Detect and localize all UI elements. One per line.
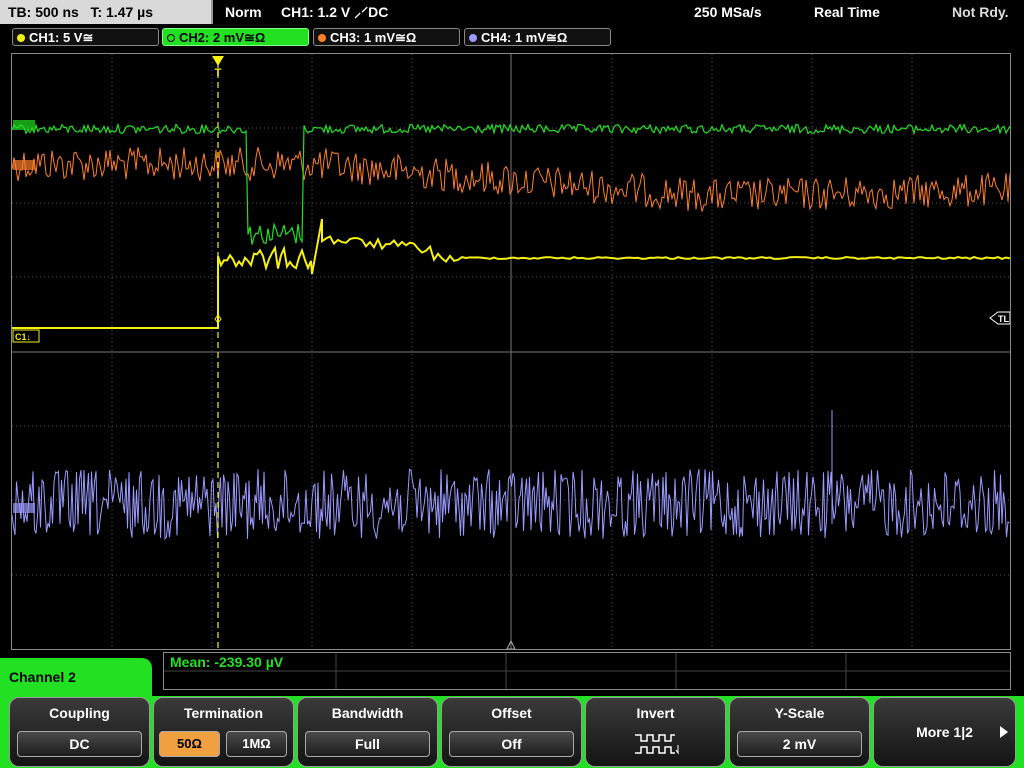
channel-2-tab[interactable]: CH2: 2 mV≅Ω — [162, 28, 309, 46]
channel-4-label: CH4: 1 mV≅Ω — [481, 30, 568, 45]
y-scale-value-button[interactable]: 2 mV — [737, 731, 862, 757]
waveform-display[interactable]: T TL C1↓ — [11, 53, 1011, 650]
trigger-position-icon[interactable]: T — [212, 56, 224, 79]
offset-title: Offset — [491, 705, 532, 721]
more-softkey[interactable]: More 1|2 — [873, 697, 1016, 767]
invert-waveform-icon — [635, 734, 679, 755]
menu-title: Channel 2 — [0, 658, 152, 700]
graticule-axes — [12, 54, 1010, 649]
ch3-ground-marker[interactable] — [13, 160, 35, 170]
trigger-mode[interactable]: Norm — [225, 0, 262, 24]
trigger-status: Not Rdy. — [952, 4, 1009, 20]
svg-text:T: T — [215, 67, 222, 79]
bandwidth-title: Bandwidth — [331, 705, 404, 721]
channel-3-tab[interactable]: CH3: 1 mV≅Ω — [313, 28, 460, 46]
channel-2-label: CH2: 2 mV≅Ω — [179, 30, 266, 45]
bandwidth-value-button[interactable]: Full — [305, 731, 430, 757]
ch3-dot-icon — [318, 33, 326, 42]
ch1-dot-icon — [17, 33, 25, 42]
coupling-value-button[interactable]: DC — [17, 731, 142, 757]
measurement-grid — [164, 653, 1010, 689]
ch2-dot-icon — [167, 33, 175, 42]
sample-rate: 250 MSa/s — [694, 4, 762, 20]
channel-1-tab[interactable]: CH1: 5 V≅ — [12, 28, 159, 46]
next-arrow-icon — [1000, 726, 1008, 738]
bandwidth-softkey[interactable]: Bandwidth Full — [297, 697, 438, 767]
acquisition-mode: Real Time — [814, 4, 880, 20]
ch4-dot-icon — [469, 33, 477, 42]
ch2-ground-marker[interactable] — [13, 120, 35, 130]
ch1-ground-marker[interactable]: C1↓ — [12, 329, 40, 343]
termination-1mohm-button[interactable]: 1MΩ — [226, 731, 287, 757]
channel-3-label: CH3: 1 mV≅Ω — [330, 30, 417, 45]
termination-softkey[interactable]: Termination 50Ω 1MΩ — [153, 697, 294, 767]
channel-4-tab[interactable]: CH4: 1 mV≅Ω — [464, 28, 611, 46]
trigger-source[interactable]: CH1: 1.2 V ⸝⸍DC — [281, 0, 388, 24]
channel-bar: CH1: 5 V≅ CH2: 2 mV≅Ω CH3: 1 mV≅Ω CH4: 1… — [0, 26, 1024, 48]
timebase-readout[interactable]: TB: 500 ns T: 1.47 µs — [0, 0, 213, 24]
coupling-title: Coupling — [49, 705, 110, 721]
c1-label: C1↓ — [15, 332, 31, 342]
tl-label: TL — [998, 314, 1009, 324]
waveform-canvas: T TL C1↓ — [12, 54, 1010, 649]
offset-softkey[interactable]: Offset Off — [441, 697, 582, 767]
termination-50ohm-button[interactable]: 50Ω — [159, 731, 220, 757]
trigger-level-marker[interactable]: TL — [989, 311, 1010, 325]
y-scale-softkey[interactable]: Y-Scale 2 mV — [729, 697, 870, 767]
ch4-ground-marker[interactable] — [13, 503, 35, 513]
more-label: More 1|2 — [916, 724, 973, 740]
measurement-panel: Mean: -239.30 µV — [163, 652, 1011, 690]
invert-title: Invert — [636, 705, 675, 721]
termination-title: Termination — [183, 705, 264, 721]
status-bar: TB: 500 ns T: 1.47 µs Norm CH1: 1.2 V ⸝⸍… — [0, 0, 1024, 25]
offset-value-button[interactable]: Off — [449, 731, 574, 757]
coupling-softkey[interactable]: Coupling DC — [9, 697, 150, 767]
y-scale-title: Y-Scale — [774, 705, 825, 721]
invert-softkey[interactable]: Invert — [585, 697, 726, 767]
channel-1-label: CH1: 5 V≅ — [29, 30, 94, 45]
